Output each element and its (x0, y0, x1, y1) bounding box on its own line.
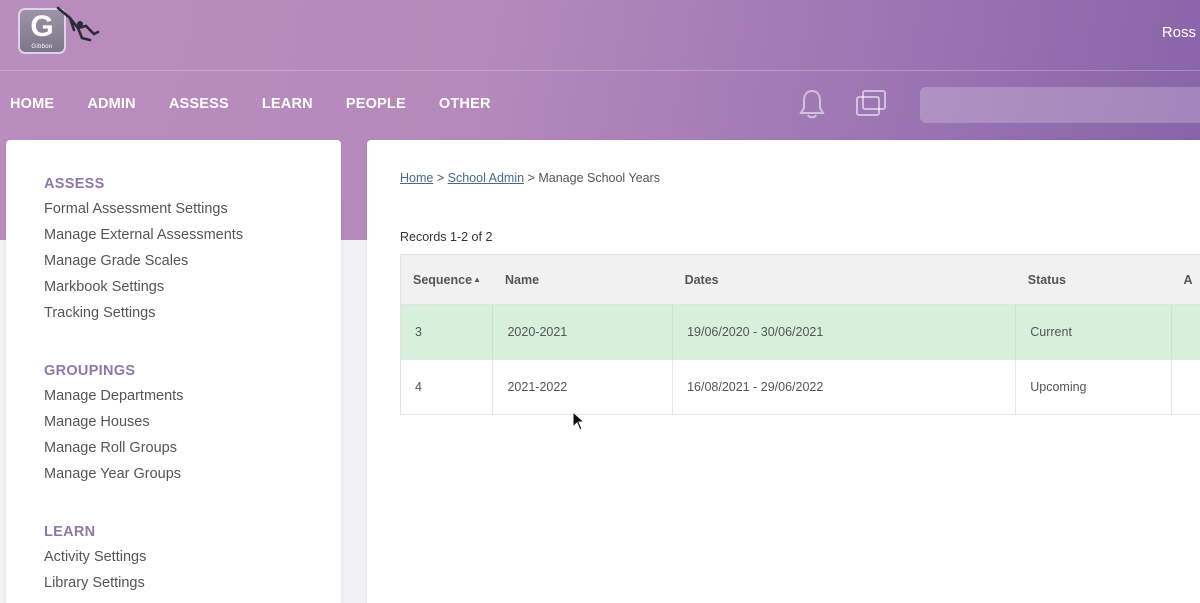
sidebar-link-markbook-settings[interactable]: Markbook Settings (44, 278, 243, 304)
cell-actions[interactable] (1171, 304, 1200, 360)
school-years-table: Sequence▲ Name Dates Status A 3 2020-202… (400, 254, 1200, 415)
header-divider (0, 70, 1200, 71)
sidebar-link-manage-grade-scales[interactable]: Manage Grade Scales (44, 252, 243, 278)
nav-people[interactable]: PEOPLE (346, 96, 406, 112)
breadcrumb-home[interactable]: Home (400, 171, 433, 185)
sidebar-link-manage-year-groups[interactable]: Manage Year Groups (44, 465, 183, 491)
cell-status: Current (1015, 304, 1172, 360)
cell-name: 2020-2021 (492, 304, 674, 360)
records-summary: Records 1-2 of 2 (400, 230, 493, 244)
gibbon-figure-icon (56, 6, 100, 42)
column-header-actions[interactable]: A (1171, 254, 1200, 305)
messages-icon[interactable] (854, 88, 888, 120)
logo-caption: Gibbon (31, 44, 53, 50)
cell-status: Upcoming (1015, 359, 1172, 415)
table-row[interactable]: 4 2021-2022 16/08/2021 - 29/06/2022 Upco… (400, 359, 1200, 415)
sidebar-link-library-settings[interactable]: Library Settings (44, 574, 146, 600)
search-input[interactable] (920, 87, 1200, 123)
cell-name: 2021-2022 (492, 359, 674, 415)
breadcrumb-current: Manage School Years (538, 171, 660, 185)
breadcrumb-separator: > (436, 171, 445, 185)
table-header-row: Sequence▲ Name Dates Status A (400, 254, 1200, 305)
cell-dates: 16/08/2021 - 29/06/2022 (672, 359, 1017, 415)
breadcrumb: Home > School Admin > Manage School Year… (400, 171, 660, 185)
cell-sequence: 3 (400, 304, 494, 360)
sidebar-link-manage-houses[interactable]: Manage Houses (44, 413, 183, 439)
breadcrumb-separator: > (527, 171, 535, 185)
cell-dates: 19/06/2020 - 30/06/2021 (672, 304, 1017, 360)
nav-learn[interactable]: LEARN (262, 96, 313, 112)
main-nav: HOME ADMIN ASSESS LEARN PEOPLE OTHER (10, 96, 524, 112)
column-header-dates[interactable]: Dates (672, 254, 1016, 305)
sidebar-section-assess: ASSESS Formal Assessment Settings Manage… (44, 176, 243, 330)
table-row[interactable]: 3 2020-2021 19/06/2020 - 30/06/2021 Curr… (400, 304, 1200, 360)
nav-home[interactable]: HOME (10, 96, 54, 112)
sidebar-link-manage-external-assessments[interactable]: Manage External Assessments (44, 226, 243, 252)
sidebar-link-formal-assessment-settings[interactable]: Formal Assessment Settings (44, 200, 243, 226)
cell-actions[interactable] (1171, 359, 1200, 415)
column-header-status[interactable]: Status (1015, 254, 1172, 305)
column-header-sequence[interactable]: Sequence▲ (400, 254, 493, 305)
sidebar-heading: GROUPINGS (44, 363, 136, 379)
main-content: Home > School Admin > Manage School Year… (367, 140, 1200, 603)
column-header-name[interactable]: Name (492, 254, 673, 305)
column-header-label: Sequence (413, 272, 473, 287)
sidebar-heading: ASSESS (44, 176, 105, 192)
sidebar-heading: LEARN (44, 524, 96, 540)
sidebar-link-tracking-settings[interactable]: Tracking Settings (44, 304, 243, 330)
cell-sequence: 4 (400, 359, 494, 415)
nav-other[interactable]: OTHER (439, 96, 491, 112)
bell-icon[interactable] (798, 88, 826, 120)
mouse-cursor-icon (572, 411, 586, 431)
sidebar-section-learn: LEARN Activity Settings Library Settings (44, 524, 146, 600)
logo-letter: G (30, 10, 54, 43)
nav-admin[interactable]: ADMIN (87, 96, 136, 112)
user-name[interactable]: Ross (1162, 24, 1196, 41)
sidebar-section-groupings: GROUPINGS Manage Departments Manage Hous… (44, 363, 183, 491)
sidebar-link-manage-roll-groups[interactable]: Manage Roll Groups (44, 439, 183, 465)
sidebar: ASSESS Formal Assessment Settings Manage… (6, 140, 341, 603)
sort-ascending-icon: ▲ (473, 274, 481, 284)
nav-assess[interactable]: ASSESS (169, 96, 229, 112)
sidebar-link-activity-settings[interactable]: Activity Settings (44, 548, 146, 574)
breadcrumb-school-admin[interactable]: School Admin (448, 171, 524, 185)
sidebar-link-manage-departments[interactable]: Manage Departments (44, 387, 183, 413)
